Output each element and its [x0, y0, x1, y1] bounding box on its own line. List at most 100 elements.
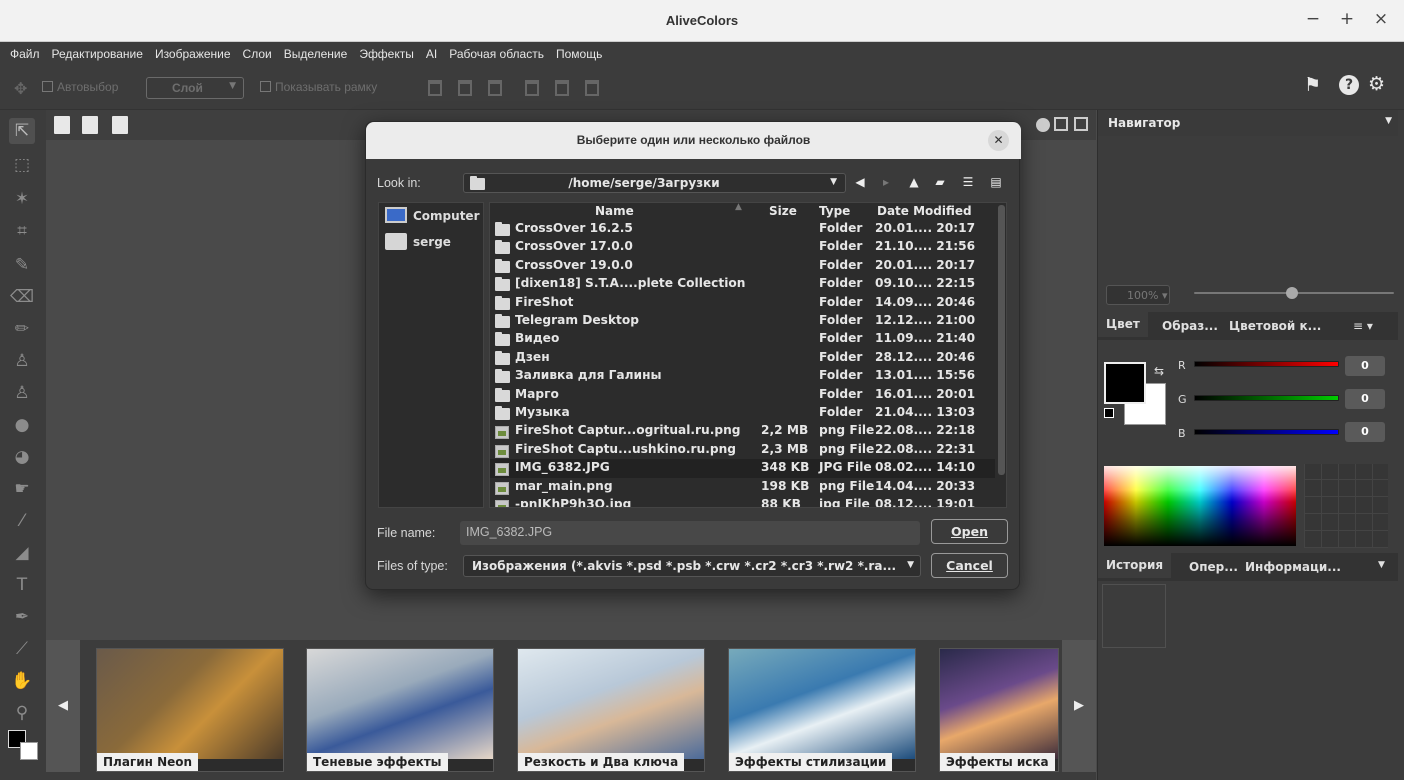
file-row[interactable]: CrossOver 17.0.0 Folder 21.10.... 21:56 [490, 238, 995, 256]
back-icon[interactable]: ◀ [852, 175, 868, 189]
new-document-icon[interactable] [54, 116, 70, 134]
tab-swatches[interactable]: Образ... [1162, 319, 1218, 333]
layer-select[interactable]: Слой ▼ [146, 77, 244, 99]
hand-tool-icon[interactable]: ✋ [9, 668, 35, 694]
file-row[interactable]: [dixen18] S.T.A....plete Collection Folde… [490, 275, 995, 293]
panel-menu-icon[interactable]: ≡ ▾ [1353, 319, 1373, 333]
cancel-button[interactable]: Cancel [931, 553, 1008, 578]
eraser-tool-icon[interactable]: ⌫ [9, 284, 35, 310]
file-name-input[interactable]: IMG_6382.JPG [460, 521, 920, 545]
eyedropper-tool-icon[interactable]: ⟋ [9, 636, 35, 662]
thumbnail-card[interactable]: Плагин Neon [96, 648, 284, 772]
file-row[interactable]: Видео Folder 11.09.... 21:40 [490, 330, 995, 348]
tab-color[interactable]: Цвет [1098, 312, 1148, 337]
menu-layers[interactable]: Слои [237, 42, 278, 61]
align-center-icon[interactable] [555, 80, 569, 96]
stamp-tool-icon[interactable]: ♙ [9, 348, 35, 374]
clone-tool-icon[interactable]: ♙ [9, 380, 35, 406]
show-frame-checkbox[interactable]: Показывать рамку [260, 80, 377, 94]
zoom-slider-handle[interactable] [1036, 118, 1050, 132]
crop-tool-icon[interactable]: ⌗ [9, 218, 35, 244]
scrollbar[interactable] [998, 205, 1005, 475]
magic-wand-icon[interactable]: ✶ [9, 186, 35, 212]
chevron-down-icon[interactable]: ▼ [1378, 560, 1385, 570]
default-colors-icon[interactable] [1104, 408, 1114, 418]
tab-info[interactable]: Информаци... [1245, 560, 1341, 574]
maximize-button[interactable]: + [1336, 9, 1358, 29]
forward-icon[interactable]: ▸ [878, 175, 894, 189]
tab-color-wheel[interactable]: Цветовой к... [1229, 319, 1321, 333]
file-row[interactable]: Telegram Desktop Folder 12.12.... 21:00 [490, 312, 995, 330]
r-value-input[interactable]: 0 [1345, 356, 1385, 376]
color-spectrum[interactable] [1104, 466, 1296, 546]
fill-tool-icon[interactable]: ◢ [9, 540, 35, 566]
tab-history[interactable]: История [1098, 553, 1172, 578]
sidebar-item-serge[interactable]: serge [385, 233, 451, 250]
file-row[interactable]: mar_main.png 198 KB png File 14.04.... 20:3… [490, 478, 995, 496]
column-type[interactable]: Type [819, 204, 850, 218]
feedback-icon[interactable]: ⚑ [1304, 74, 1321, 96]
column-date[interactable]: Date Modified [877, 204, 972, 218]
align-bottom-icon[interactable] [488, 80, 502, 96]
align-middle-icon[interactable] [458, 80, 472, 96]
new-folder-icon[interactable]: ▰ [932, 175, 948, 189]
brush-tool-icon[interactable]: ✎ [9, 252, 35, 278]
r-slider[interactable] [1194, 361, 1339, 367]
thumbnail-card[interactable]: Эффекты иска [939, 648, 1059, 772]
next-arrow-button[interactable]: ▶ [1062, 640, 1096, 772]
spray-tool-icon[interactable]: ⁄ [9, 508, 35, 534]
file-row[interactable]: Заливка для Галины Folder 13.01.... 15:56 [490, 367, 995, 385]
marquee-tool-icon[interactable]: ⬚ [9, 152, 35, 178]
zoom-select[interactable]: 100% ▾ [1106, 285, 1170, 305]
align-top-icon[interactable] [428, 80, 442, 96]
file-row[interactable]: Музыка Folder 21.04.... 13:03 [490, 404, 995, 422]
move-tool-icon[interactable]: ⇱ [9, 118, 35, 144]
navigator-header[interactable]: Навигатор ▼ [1098, 110, 1398, 136]
file-row[interactable]: FireShot Captu...ushkino.ru.png 2,3 MB png… [490, 441, 995, 459]
open-button[interactable]: Open [931, 519, 1008, 544]
detail-view-icon[interactable]: ▤ [988, 175, 1004, 189]
menu-effects[interactable]: Эффекты [353, 42, 420, 61]
menu-help[interactable]: Помощь [550, 42, 608, 61]
open-document-icon[interactable] [82, 116, 98, 134]
g-value-input[interactable]: 0 [1345, 389, 1385, 409]
file-row[interactable]: -pnIKhP9h3Q.jpg 88 KB jpg File 08.12.... 19… [490, 496, 995, 507]
sidebar-item-computer[interactable]: Computer [385, 207, 479, 223]
autoselect-checkbox[interactable]: Автовыбор [42, 80, 118, 94]
menu-ai[interactable]: AI [420, 42, 443, 61]
file-type-select[interactable]: Изображения (*.akvis *.psd *.psb *.crw *… [463, 555, 921, 577]
pen-tool-icon[interactable]: ✒ [9, 604, 35, 630]
drop-tool-icon[interactable]: ● [9, 412, 35, 438]
smudge-tool-icon[interactable]: ☛ [9, 476, 35, 502]
upload-document-icon[interactable] [112, 116, 128, 134]
thumbnail-card[interactable]: Теневые эффекты [306, 648, 494, 772]
file-row[interactable]: Марго Folder 16.01.... 20:01 [490, 386, 995, 404]
history-thumbnail[interactable] [1102, 584, 1166, 648]
column-size[interactable]: Size [769, 204, 797, 218]
close-icon[interactable]: ✕ [988, 130, 1009, 151]
zoom-slider-handle[interactable] [1286, 287, 1298, 299]
parent-folder-icon[interactable]: ▲ [906, 175, 922, 189]
prev-arrow-button[interactable]: ◀ [46, 640, 80, 772]
align-left-icon[interactable] [525, 80, 539, 96]
foreground-color-swatch[interactable] [1104, 362, 1146, 404]
pencil-tool-icon[interactable]: ✏ [9, 316, 35, 342]
file-row[interactable]: CrossOver 19.0.0 Folder 20.01.... 20:17 [490, 257, 995, 275]
file-row[interactable]: Дзен Folder 28.12.... 20:46 [490, 349, 995, 367]
file-row[interactable]: FireShot Folder 14.09.... 20:46 [490, 294, 995, 312]
b-slider[interactable] [1194, 429, 1339, 435]
list-view-icon[interactable] [1074, 117, 1088, 131]
zoom-tool-icon[interactable]: ⚲ [9, 700, 35, 726]
list-view-icon[interactable]: ☰ [960, 175, 976, 189]
menu-workspace[interactable]: Рабочая область [443, 42, 550, 61]
close-window-button[interactable]: × [1370, 9, 1392, 29]
tab-operations[interactable]: Опер... [1189, 560, 1238, 574]
align-right-icon[interactable] [585, 80, 599, 96]
grid-view-icon[interactable] [1054, 117, 1068, 131]
menu-select[interactable]: Выделение [278, 42, 354, 61]
g-slider[interactable] [1194, 395, 1339, 401]
minimize-button[interactable]: − [1302, 9, 1324, 29]
b-value-input[interactable]: 0 [1345, 422, 1385, 442]
blur-tool-icon[interactable]: ◕ [9, 444, 35, 470]
thumbnail-card[interactable]: Эффекты стилизации [728, 648, 916, 772]
